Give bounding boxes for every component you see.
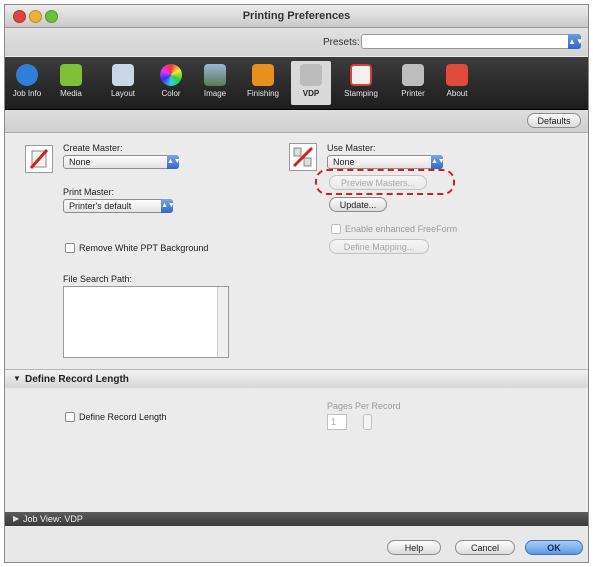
stamping-icon [350,64,372,86]
tab-color[interactable]: Color [151,61,191,105]
media-icon [60,64,82,86]
define-record-length-header[interactable]: ▼ Define Record Length [5,369,588,389]
create-master-icon [25,145,53,173]
dialog-footer: Help Cancel OK [5,526,588,562]
print-master-value: Printer's default [69,201,132,211]
tab-about[interactable]: About [437,61,477,105]
tab-layout[interactable]: Layout [103,61,143,105]
update-button[interactable]: Update... [329,197,387,212]
record-length-panel: Define Record Length Pages Per Record 1 [5,388,588,512]
tab-printer[interactable]: Printer [393,61,433,105]
printer-icon [402,64,424,86]
tab-label: Printer [401,89,425,98]
enhanced-freeform-checkbox[interactable] [331,224,341,234]
vdp-panel: Create Master: None ▲▼ Print Master: Pri… [5,133,588,369]
tab-vdp[interactable]: VDP [291,61,331,105]
disclosure-triangle-icon: ▼ [13,374,21,383]
disclosure-triangle-icon: ▶ [13,514,20,523]
define-mapping-button[interactable]: Define Mapping... [329,239,429,254]
preview-masters-button[interactable]: Preview Masters... [329,175,427,190]
remove-white-ppt-checkbox[interactable] [65,243,75,253]
enhanced-freeform-label: Enable enhanced FreeForm [345,224,458,234]
finishing-icon [252,64,274,86]
chevron-updown-icon: ▲▼ [161,199,175,213]
info-icon [16,64,38,86]
tab-label: Finishing [246,89,279,98]
chevron-updown-icon: ▲▼ [568,34,584,49]
image-icon [204,64,226,86]
tab-media[interactable]: Media [51,61,91,105]
about-icon [446,64,468,86]
color-wheel-icon [160,64,182,86]
pages-per-record-field[interactable]: 1 [327,414,347,430]
tab-label: Media [60,89,82,98]
remove-white-ppt-label: Remove White PPT Background [79,243,209,253]
presets-select[interactable]: ▲▼ [361,34,584,49]
tab-label: Color [161,89,181,98]
section-title: Define Record Length [25,374,129,385]
vdp-icon [300,64,322,86]
print-master-select[interactable]: Printer's default ▲▼ [63,199,175,213]
pages-per-record-stepper[interactable] [363,414,372,430]
create-master-value: None [69,157,91,167]
tab-job-info[interactable]: Job Info [7,61,47,105]
tab-label: Layout [110,89,136,98]
tab-label: About [446,89,468,98]
use-master-icon [289,143,317,171]
defaults-button[interactable]: Defaults [527,113,581,128]
file-search-path-label: File Search Path: [63,274,133,284]
presets-label: Presets: [323,37,360,48]
job-view-title: Job View: VDP [23,514,83,524]
tab-label: Image [203,89,227,98]
tab-stamping[interactable]: Stamping [341,61,381,105]
preferences-toolbar: Job Info Media Layout Color Image Finish… [5,57,588,110]
tab-finishing[interactable]: Finishing [243,61,283,105]
file-search-path-field[interactable] [63,286,229,358]
pages-per-record-label: Pages Per Record [327,401,401,411]
tab-label: Job Info [12,89,42,98]
define-record-length-label: Define Record Length [79,412,167,422]
cancel-button[interactable]: Cancel [455,540,515,555]
tab-label: Stamping [344,89,378,98]
title-bar: Printing Preferences [5,5,588,28]
window-title: Printing Preferences [242,10,351,22]
create-master-select[interactable]: None ▲▼ [63,155,181,169]
ok-button[interactable]: OK [525,540,583,555]
layout-icon [112,64,134,86]
use-master-select[interactable]: None ▲▼ [327,155,445,169]
chevron-updown-icon: ▲▼ [431,155,445,169]
create-master-label: Create Master: [63,143,123,153]
define-record-length-checkbox[interactable] [65,412,75,422]
file-search-path-scrollbar[interactable] [217,287,228,357]
presets-bar: Presets: ▲▼ [5,28,588,56]
print-master-label: Print Master: [63,187,115,197]
use-master-value: None [333,157,355,167]
job-view-bar[interactable]: ▶ Job View: VDP [5,512,588,526]
tab-image[interactable]: Image [195,61,235,105]
chevron-updown-icon: ▲▼ [167,155,181,169]
tab-label: VDP [302,89,320,98]
use-master-label: Use Master: [327,143,376,153]
printing-preferences-window: Printing Preferences Presets: ▲▼ Job Inf… [4,4,589,563]
sub-toolbar: Defaults [5,110,588,133]
help-button[interactable]: Help [387,540,441,555]
